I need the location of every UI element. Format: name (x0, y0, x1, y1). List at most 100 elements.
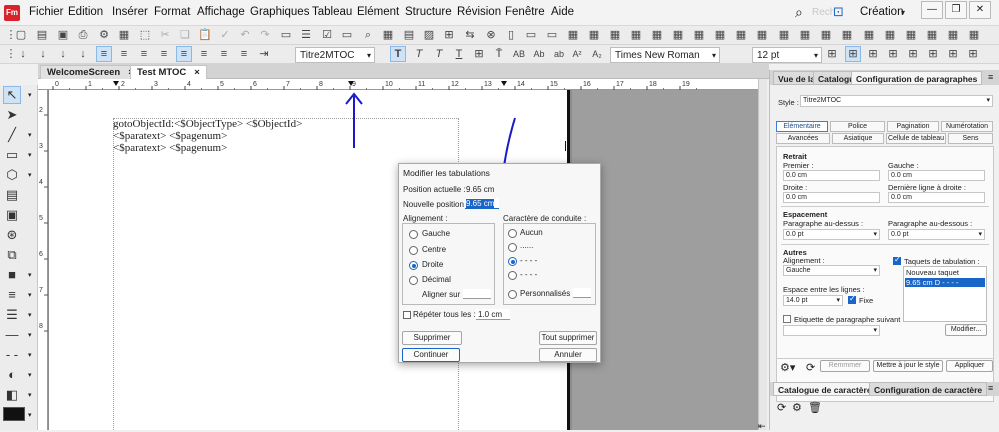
layout-icon-20[interactable]: ▦ (967, 28, 981, 42)
redo-icon[interactable]: ↷ (258, 28, 272, 42)
layout-icon-10[interactable]: ▦ (755, 28, 769, 42)
tab-config-caractere[interactable]: Configuration de caractère (869, 382, 988, 396)
spacing-onehalf-icon[interactable]: ≡ (197, 47, 211, 61)
overline-icon[interactable]: T̄ (492, 47, 506, 61)
table-icon[interactable]: ▤ (402, 28, 416, 42)
tab-paragraph-designer[interactable]: Configuration de paragraphes (851, 71, 983, 85)
panel-menu-icon[interactable]: ≡ (988, 72, 993, 82)
footnote-icon[interactable]: ▭ (524, 28, 538, 42)
align-center-radio[interactable] (409, 246, 418, 255)
frame-tool-icon[interactable]: ⧉ (4, 247, 20, 263)
variable-icon[interactable]: ⊞ (442, 28, 456, 42)
list-item[interactable]: Nouveau taquet (906, 268, 984, 277)
indent-icon[interactable]: ⇥ (257, 47, 271, 61)
apply-button[interactable]: Appliquer (946, 360, 993, 372)
subtab-avancees[interactable]: Avancées (776, 133, 830, 144)
trash-icon[interactable]: 🗑 (808, 401, 822, 414)
comment-icon[interactable]: ▭ (279, 28, 293, 42)
align-right-icon[interactable]: ≡ (137, 47, 151, 61)
split-icon[interactable]: ⇤ (758, 421, 766, 432)
layout-icon-2[interactable]: ▦ (587, 28, 601, 42)
vertical-scrollbar[interactable] (758, 79, 767, 430)
subtab-pagination[interactable]: Pagination (887, 121, 939, 132)
subtab-cellule[interactable]: Cellule de tableau (886, 133, 946, 144)
modifier-button[interactable]: Modifier... (945, 324, 987, 336)
menu-element[interactable]: Elément (357, 6, 399, 18)
print-icon[interactable]: ⎙ (76, 28, 90, 42)
crossref-icon[interactable]: ⇆ (463, 28, 477, 42)
chevron-down-icon[interactable]: ▾ (28, 151, 32, 159)
style-dropdown[interactable]: Titre2MTOC ▾ (800, 95, 993, 107)
paint-tool-icon[interactable]: ⊛ (4, 227, 20, 243)
menu-affichage[interactable]: Affichage (197, 6, 245, 18)
marker-icon[interactable]: ▯ (504, 28, 518, 42)
subtab-numerotation[interactable]: Numérotation (941, 121, 993, 132)
line-end-icon[interactable]: — (4, 327, 20, 343)
gear-icon[interactable]: ⚙ (792, 401, 802, 414)
align-right-radio[interactable] (409, 261, 418, 270)
line-width-icon[interactable]: ≡ (4, 287, 20, 303)
delete-all-button[interactable]: Tout supprimer (539, 331, 597, 345)
font-family-dropdown[interactable]: Times New Roman ▾ (610, 47, 720, 63)
tab-right-icon[interactable]: ↓ (56, 47, 70, 61)
gear-icon[interactable]: ⚙ (97, 28, 111, 42)
etiquette-dropdown[interactable]: ▾ (783, 325, 880, 336)
layout-icon-19[interactable]: ▦ (946, 28, 960, 42)
underline-icon[interactable]: T (452, 47, 466, 61)
premier-input[interactable]: 0.0 cm (783, 170, 880, 181)
align-on-input[interactable] (463, 289, 491, 299)
menu-structure[interactable]: Structure (405, 6, 452, 18)
chevron-down-icon[interactable]: ▾ (28, 311, 32, 319)
layout-icon-5[interactable]: ▦ (650, 28, 664, 42)
table-icon-6[interactable]: ⊞ (926, 47, 940, 61)
leader-dash-radio[interactable] (508, 257, 517, 266)
zoom-icon[interactable]: ⌕ (361, 28, 375, 42)
cut-icon[interactable]: ✂ (158, 28, 172, 42)
equation-icon[interactable]: ▭ (545, 28, 559, 42)
taquets-list[interactable]: Nouveau taquet 9.65 cm D - - - - (903, 266, 987, 322)
vertical-ruler[interactable]: 2 3 4 5 6 7 8 (38, 90, 48, 430)
au-dessous-dropdown[interactable]: 0.0 pt ▾ (888, 229, 985, 240)
search-icon[interactable]: ⌕ (795, 4, 803, 21)
etiquette-checkbox[interactable] (783, 315, 791, 323)
fixe-checkbox[interactable] (848, 294, 856, 304)
tab-welcomescreen[interactable]: WelcomeScreen× (40, 65, 141, 79)
layout-icon-18[interactable]: ▦ (925, 28, 939, 42)
right-margin-marker[interactable] (501, 81, 507, 86)
menu-inserer[interactable]: Insérer (112, 6, 148, 18)
gear-icon[interactable]: ⚙▾ (780, 361, 795, 374)
chevron-down-icon[interactable]: ▾ (28, 291, 32, 299)
paste-icon[interactable]: 📋 (198, 28, 212, 42)
menu-aide[interactable]: Aide (551, 6, 574, 18)
left-margin-marker[interactable] (113, 81, 119, 86)
layout-icon-14[interactable]: ▦ (840, 28, 854, 42)
new-position-input[interactable]: 9.65 cm (465, 198, 499, 209)
update-style-button[interactable]: Mettre à jour le style (873, 360, 943, 372)
undo-icon[interactable]: ↶ (238, 28, 252, 42)
line-tool-icon[interactable]: ╱ (4, 127, 20, 143)
chevron-down-icon[interactable]: ▾ (28, 391, 32, 399)
table-icon-3[interactable]: ⊞ (866, 47, 880, 61)
rectangle-tool-icon[interactable]: ▭ (4, 147, 20, 163)
menu-fichier[interactable]: Fichier (29, 6, 64, 18)
tab-catalogue-caracteres[interactable]: Catalogue de caractères (773, 382, 882, 396)
select-text-icon[interactable]: ↖ (3, 86, 21, 104)
doc-line-2[interactable]: <$paratext> <$pagenum> (113, 130, 227, 142)
gauche-input[interactable]: 0.0 cm (888, 170, 985, 181)
textframe-tool-icon[interactable]: ▤ (4, 187, 20, 203)
layout-icon-3[interactable]: ▦ (608, 28, 622, 42)
chevron-down-icon[interactable]: ▾ (28, 91, 32, 99)
subtab-asiatique[interactable]: Asiatique (832, 133, 884, 144)
link-icon[interactable]: ⊗ (484, 28, 498, 42)
chevron-down-icon[interactable]: ▾ (28, 331, 32, 339)
tab-left-icon[interactable]: ↓ (16, 47, 30, 61)
doc-line-1[interactable]: gotoObjectId:<$ObjectType> <$ObjectId> (113, 118, 302, 130)
restore-button[interactable]: ❐ (945, 1, 967, 19)
delete-button[interactable]: Supprimer (402, 331, 462, 345)
polygon-tool-icon[interactable]: ⬡ (4, 167, 20, 183)
select-object-icon[interactable]: ➤ (4, 107, 20, 123)
publish-icon[interactable]: ⬚ (138, 28, 152, 42)
refresh-icon[interactable]: ⟳ (777, 401, 786, 414)
capitalize-icon[interactable]: Ab (532, 47, 546, 61)
align-center-icon[interactable]: ≡ (117, 47, 131, 61)
